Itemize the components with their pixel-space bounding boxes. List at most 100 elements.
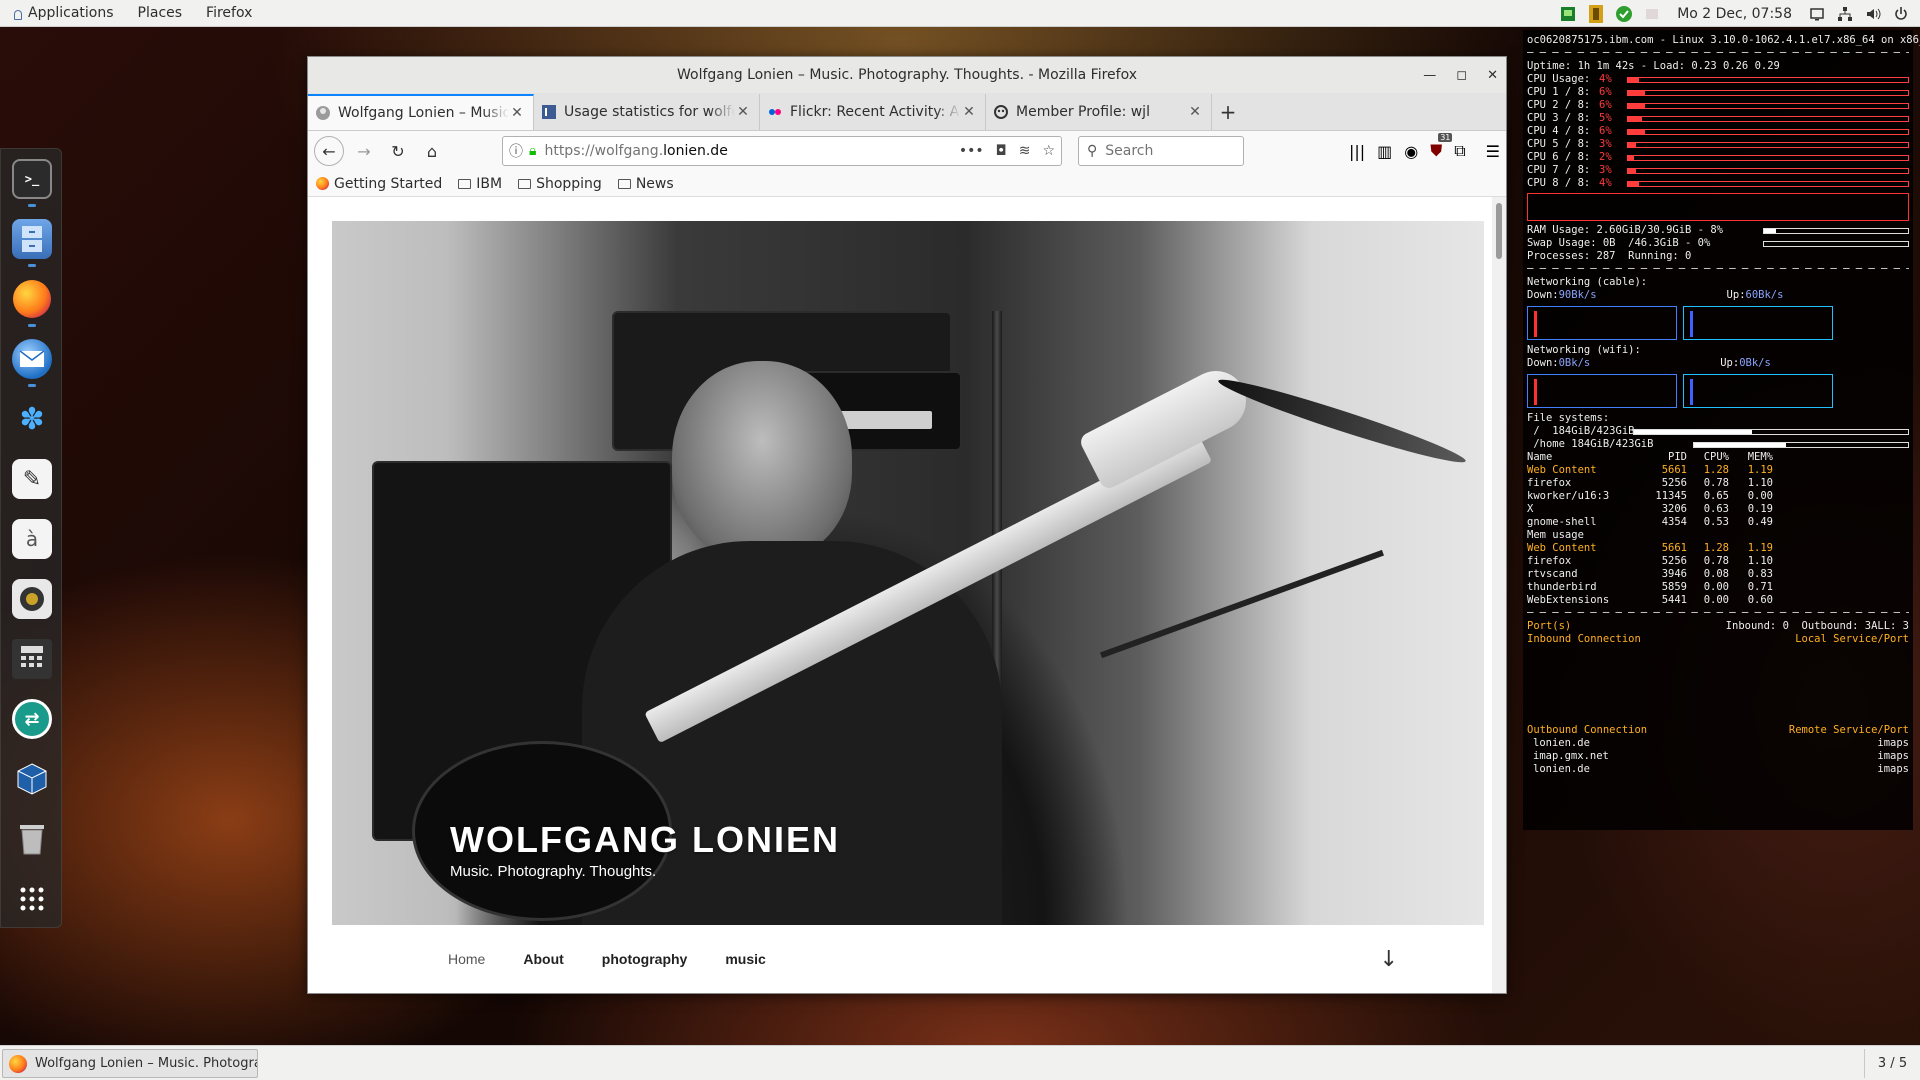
- close-tab-icon[interactable]: ✕: [735, 104, 751, 120]
- tab-wolfgang-lonien[interactable]: Wolfgang Lonien – Music. Photography. Th…: [308, 94, 534, 130]
- tab-flickr[interactable]: Flickr: Recent Activity: All ✕: [760, 94, 986, 130]
- dock-terminal[interactable]: >_: [1, 149, 63, 209]
- dock-virtualbox[interactable]: [1, 749, 63, 809]
- power-icon[interactable]: [1892, 5, 1910, 23]
- dock-community-app[interactable]: ✽: [1, 389, 63, 449]
- applications-menu[interactable]: Applications: [0, 0, 126, 27]
- net-cable-rates: Down: 90B k/s Up: 60B k/s: [1527, 289, 1784, 301]
- reload-button[interactable]: ↻: [384, 137, 412, 165]
- tab-usage-statistics[interactable]: Usage statistics for wolfgang ✕: [534, 94, 760, 130]
- ublock-addon-icon[interactable]: ⛊ 31: [1430, 133, 1453, 161]
- forward-button[interactable]: →: [350, 137, 378, 165]
- cpu-usage-bar: [1627, 76, 1909, 83]
- scroll-down-arrow-icon[interactable]: ↓: [1380, 947, 1398, 972]
- flickr-icon: [768, 105, 782, 119]
- dock-thunderbird[interactable]: [1, 329, 63, 389]
- dock-calculator[interactable]: [1, 629, 63, 689]
- dock-firefox[interactable]: [1, 269, 63, 329]
- workspace-switcher[interactable]: 3 / 5: [1864, 1049, 1920, 1078]
- firefox-icon: [9, 1054, 27, 1073]
- dock-fonts[interactable]: à: [1, 509, 63, 569]
- dock-text-editor[interactable]: ✎: [1, 449, 63, 509]
- taskbar-firefox-window[interactable]: Wolfgang Lonien – Music. Photogra...: [2, 1049, 258, 1078]
- bookmark-getting-started[interactable]: Getting Started: [316, 176, 442, 192]
- cpu-core-row: CPU 2 / 8: 6%: [1527, 99, 1909, 112]
- page-scrollbar[interactable]: [1492, 197, 1506, 993]
- mic-stand: [1100, 549, 1384, 659]
- nav-home[interactable]: Home: [448, 951, 485, 967]
- network-icon[interactable]: [1836, 5, 1854, 23]
- dock-remote-desktop[interactable]: ⇄: [1, 689, 63, 749]
- hamburger-menu-icon[interactable]: ☰: [1486, 142, 1500, 161]
- header-photo: WOLFGANG LONIEN Music. Photography. Thou…: [332, 221, 1484, 925]
- faded-app-tray-icon[interactable]: [1643, 5, 1661, 23]
- home-button[interactable]: ⌂: [418, 137, 446, 165]
- conky-system-monitor: oc0620875175.ibm.com - Linux 3.10.0-1062…: [1523, 30, 1920, 830]
- cpu-core-row: CPU 8 / 8: 4%: [1527, 177, 1909, 190]
- close-tab-icon[interactable]: ✕: [509, 105, 525, 121]
- rss-icon[interactable]: ≋: [1019, 143, 1031, 159]
- account-icon[interactable]: ◉: [1404, 142, 1418, 161]
- bookmark-folder-news[interactable]: News: [617, 176, 674, 192]
- cpu-core-bar: [1627, 141, 1909, 148]
- folder-icon: [458, 178, 472, 189]
- outbound-header: Outbound Connection Remote Service/Port: [1527, 724, 1909, 736]
- site-title[interactable]: WOLFGANG LONIEN: [450, 819, 840, 861]
- places-menu[interactable]: Places: [126, 0, 195, 27]
- display-icon[interactable]: [1808, 5, 1826, 23]
- dock-media-player[interactable]: [1, 569, 63, 629]
- tab-member-profile[interactable]: Member Profile: wjl ✕: [986, 94, 1212, 130]
- process-row: thunderbird 5859 0.00 0.71: [1527, 581, 1773, 593]
- cable-up-graph: [1683, 306, 1833, 340]
- firefox-app-menu[interactable]: Firefox: [194, 0, 264, 27]
- monitor-tray-icon[interactable]: [1559, 5, 1577, 23]
- host-header: oc0620875175.ibm.com - Linux 3.10.0-1062…: [1527, 34, 1920, 46]
- ram-bar: [1763, 227, 1909, 234]
- close-tab-icon[interactable]: ✕: [961, 104, 977, 120]
- bookmark-folder-shopping[interactable]: Shopping: [518, 176, 602, 192]
- checkmark-tray-icon[interactable]: [1615, 5, 1633, 23]
- volume-icon[interactable]: [1864, 5, 1882, 23]
- bookmark-folder-ibm[interactable]: IBM: [458, 176, 502, 192]
- url-bar[interactable]: ⓘ 🔒︎ https://wolfgang.lonien.de ••• ◘ ≋ …: [502, 136, 1062, 166]
- net-wifi-title: Networking (wifi):: [1527, 344, 1641, 356]
- dock-trash[interactable]: [1, 809, 63, 869]
- cpu-core-bar: [1627, 115, 1909, 122]
- dock-show-apps[interactable]: [1, 869, 63, 929]
- nav-music[interactable]: music: [725, 951, 765, 967]
- process-row: firefox 5256 0.78 1.10: [1527, 477, 1773, 489]
- net-cable-graphs: [1527, 306, 1909, 340]
- clock[interactable]: Mo 2 Dec, 07:58: [1677, 6, 1792, 22]
- cpu-core-row: CPU 3 / 8: 5%: [1527, 112, 1909, 125]
- search-box[interactable]: ⚲ Search: [1078, 136, 1244, 166]
- screenshot-icon[interactable]: ⧉: [1454, 141, 1465, 161]
- pocket-icon[interactable]: ◘: [996, 143, 1007, 159]
- maximize-button[interactable]: ◻: [1456, 68, 1467, 83]
- library-icon[interactable]: |||: [1349, 142, 1365, 161]
- bookmark-star-icon[interactable]: ☆: [1042, 143, 1055, 159]
- minimize-button[interactable]: —: [1423, 68, 1436, 83]
- sidebar-icon[interactable]: ▥: [1377, 142, 1392, 161]
- fs-home-bar: [1693, 441, 1909, 448]
- cymbal: [1215, 371, 1469, 471]
- back-button[interactable]: ←: [314, 136, 344, 166]
- window-titlebar[interactable]: Wolfgang Lonien – Music. Photography. Th…: [308, 57, 1506, 93]
- running-indicator: [28, 324, 36, 327]
- dock-file-manager[interactable]: [1, 209, 63, 269]
- nav-photography[interactable]: photography: [602, 951, 688, 967]
- close-tab-icon[interactable]: ✕: [1187, 104, 1203, 120]
- page-actions-icon[interactable]: •••: [959, 143, 984, 159]
- security-shield-tray-icon[interactable]: [1587, 4, 1605, 23]
- site-avatar-icon: [316, 106, 330, 120]
- close-window-button[interactable]: ✕: [1487, 68, 1498, 83]
- site-navigation: Home About photography music ↓: [308, 925, 1494, 993]
- profile-icon: [994, 105, 1008, 119]
- outbound-connection-row: imap.gmx.net imaps: [1533, 750, 1909, 762]
- scrollbar-thumb[interactable]: [1496, 203, 1502, 259]
- nav-about[interactable]: About: [523, 951, 563, 967]
- virtualbox-icon: [12, 759, 52, 799]
- info-icon[interactable]: ⓘ: [509, 141, 523, 161]
- new-tab-button[interactable]: +: [1212, 94, 1244, 130]
- musician-head: [672, 361, 852, 561]
- ports-row: Port(s) Inbound: 0 Outbound: 3ALL: 3: [1527, 620, 1909, 632]
